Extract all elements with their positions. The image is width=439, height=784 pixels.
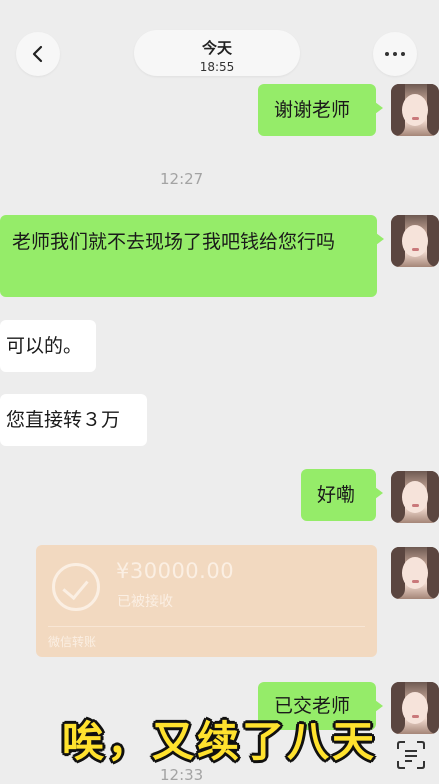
avatar[interactable] [391, 547, 439, 599]
message-bubble-sent[interactable]: 好嘞 [301, 469, 383, 521]
avatar[interactable] [391, 471, 439, 523]
scan-icon[interactable] [394, 738, 428, 772]
back-arrow-icon [32, 45, 43, 63]
transfer-amount: ¥30000.00 [116, 559, 235, 583]
message-bubble-sent[interactable]: 老师我们就不去现场了我吧钱给您行吗 [0, 215, 384, 297]
date-pill: 今天 18:55 [134, 30, 300, 76]
back-button[interactable] [16, 32, 60, 76]
message-bubble-received[interactable]: 您直接转３万 [0, 394, 147, 446]
avatar[interactable] [391, 84, 439, 136]
date-label: 今天 [201, 39, 232, 57]
message-text: 可以的。 [6, 335, 83, 357]
transfer-divider [48, 626, 365, 627]
message-bubble-sent[interactable]: 谢谢老师 [258, 84, 383, 136]
check-circle-icon [52, 563, 100, 611]
message-text: 好嘞 [317, 484, 356, 506]
video-caption: 唉，又续了八天 [61, 717, 377, 766]
message-text: 谢谢老师 [274, 99, 351, 121]
avatar[interactable] [391, 215, 439, 267]
more-button[interactable] [373, 32, 417, 76]
message-text: 老师我们就不去现场了我吧钱给您行吗 [12, 231, 336, 253]
message-text: 您直接转３万 [6, 409, 121, 431]
message-timestamp: 12:27 [160, 170, 204, 188]
transfer-card[interactable]: ¥30000.00 已被接收 微信转账 [36, 545, 377, 657]
message-bubble-received[interactable]: 可以的。 [0, 320, 96, 372]
transfer-status: 已被接收 [117, 594, 173, 610]
time-label: 18:55 [199, 60, 235, 74]
more-dots-icon [385, 52, 405, 56]
transfer-footer: 微信转账 [48, 635, 97, 649]
